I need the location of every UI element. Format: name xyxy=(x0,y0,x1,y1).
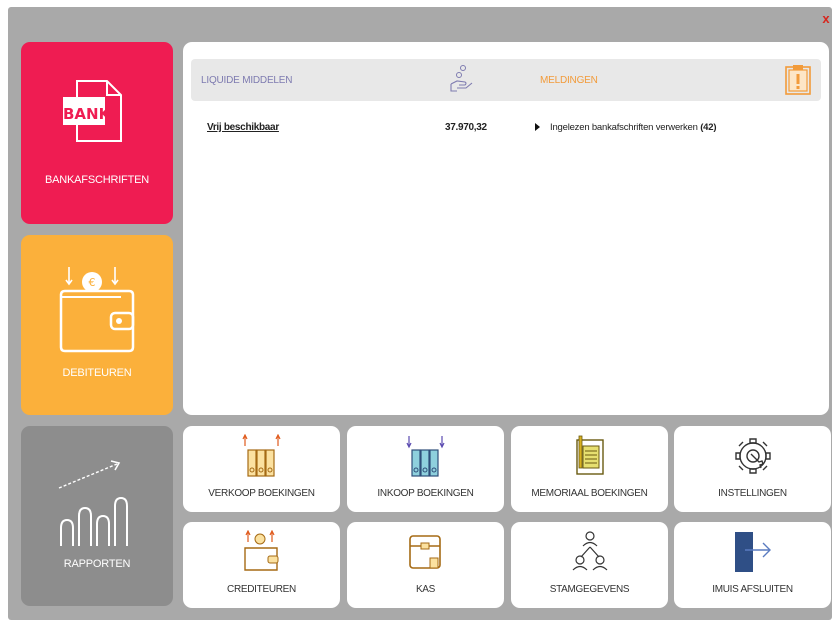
triangle-right-icon xyxy=(535,123,540,132)
instellingen-button[interactable]: INSTELLINGEN xyxy=(674,426,831,512)
imuis-afsluiten-label: IMUIS AFSLUITEN xyxy=(712,584,793,595)
svg-text:€: € xyxy=(89,276,96,289)
hand-coins-icon xyxy=(450,65,473,92)
liquid-funds-row: Vrij beschikbaar 37.970,32 xyxy=(207,122,497,133)
tile-bankafschriften[interactable]: BANK BANKAFSCHRIFTEN xyxy=(21,42,173,224)
tile-debiteuren[interactable]: € DEBITEUREN xyxy=(21,235,173,415)
vrij-beschikbaar-value: 37.970,32 xyxy=(445,122,487,133)
exit-icon xyxy=(734,532,771,572)
tile-bank-label: BANKAFSCHRIFTEN xyxy=(45,174,149,186)
verkoop-boekingen-button[interactable]: VERKOOP BOEKINGEN xyxy=(183,426,340,512)
imuis-afsluiten-button[interactable]: IMUIS AFSLUITEN xyxy=(674,522,831,608)
stamgegevens-button[interactable]: STAMGEGEVENS xyxy=(511,522,668,608)
close-button[interactable]: x xyxy=(820,12,832,26)
verkoop-boekingen-label: VERKOOP BOEKINGEN xyxy=(208,488,315,499)
people-icon xyxy=(572,531,607,571)
memoriaal-boekingen-label: MEMORIAAL BOEKINGEN xyxy=(531,488,648,499)
wallet-coin-icon xyxy=(243,530,278,571)
binders-down-icon xyxy=(405,436,445,477)
crediteuren-button[interactable]: CREDITEUREN xyxy=(183,522,340,608)
stamgegevens-label: STAMGEGEVENS xyxy=(549,584,630,595)
notification-count: (42) xyxy=(700,122,717,133)
kas-button[interactable]: KAS xyxy=(347,522,504,608)
bar-chart-icon xyxy=(58,460,128,546)
bank-badge: BANK xyxy=(63,105,111,123)
crediteuren-label: CREDITEUREN xyxy=(227,584,296,595)
tile-rapporten[interactable]: RAPPORTEN xyxy=(21,426,173,606)
instellingen-label: INSTELLINGEN xyxy=(718,488,787,499)
tile-rapporten-label: RAPPORTEN xyxy=(63,558,131,570)
vrij-beschikbaar-link[interactable]: Vrij beschikbaar xyxy=(207,122,279,133)
binders-up-icon xyxy=(241,434,281,477)
notepad-icon xyxy=(575,435,604,475)
inkoop-boekingen-button[interactable]: INKOOP BOEKINGEN xyxy=(347,426,504,512)
inkoop-boekingen-label: INKOOP BOEKINGEN xyxy=(377,488,474,499)
notification-text: Ingelezen bankafschriften verwerken xyxy=(550,122,698,133)
kas-label: KAS xyxy=(415,584,436,595)
memoriaal-boekingen-button[interactable]: MEMORIAAL BOEKINGEN xyxy=(511,426,668,512)
meldingen-title: MELDINGEN xyxy=(540,75,598,86)
clipboard-alert-icon xyxy=(785,65,811,95)
tile-debiteuren-label: DEBITEUREN xyxy=(62,367,132,379)
notification-item[interactable]: Ingelezen bankafschriften verwerken (42) xyxy=(535,122,716,133)
liquide-middelen-title: LIQUIDE MIDDELEN xyxy=(201,75,293,86)
cash-box-icon xyxy=(408,535,441,569)
gear-wrench-icon xyxy=(734,438,771,474)
wallet-icon: € xyxy=(59,267,135,353)
dashboard-panel: LIQUIDE MIDDELEN MELDINGEN Vrij beschikb… xyxy=(183,42,829,415)
panel-header: LIQUIDE MIDDELEN MELDINGEN xyxy=(191,59,821,101)
